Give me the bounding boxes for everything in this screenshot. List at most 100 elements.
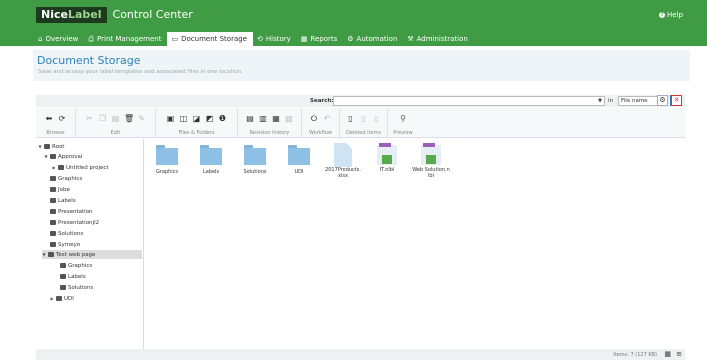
undo-icon[interactable]: ↶: [323, 114, 332, 123]
tree-node-test-web-page[interactable]: ▼ Test web page: [42, 250, 142, 259]
tree-node-jobe[interactable]: Jobe: [50, 185, 70, 194]
toolbar: ⬅ ⟳ Browse ✂ ❐ ▤ 🗑 ✎ Edit ▣ ◫ ◪ ◩ ❶ File…: [36, 108, 685, 138]
preview-icon[interactable]: ⚲: [399, 114, 408, 123]
file-item-it-nlbl[interactable]: IT.nlbl: [368, 143, 406, 173]
tree-node-graphics[interactable]: Graphics: [50, 174, 82, 183]
tree-node-presentation[interactable]: Presentation: [50, 207, 93, 216]
nav-print-management[interactable]: ⎙ Print Management: [84, 32, 167, 46]
folder-icon: [50, 187, 56, 192]
group-label: Browse: [46, 130, 65, 136]
tree-node-label: Labels: [68, 273, 86, 280]
main-nav: ⌂ Overview ⎙ Print Management ▭ Document St…: [0, 32, 707, 46]
tree-node-label: Approval: [58, 153, 83, 160]
checkin-icon[interactable]: ▤: [246, 114, 255, 123]
compare-icon[interactable]: ▦: [272, 114, 281, 123]
folder-item-labels[interactable]: Labels: [192, 145, 230, 175]
tree-node-label: Root: [52, 143, 65, 150]
close-icon: ✕: [673, 96, 680, 104]
toolbar-group-revision-history: ▤ ▥ ▦ ▧ Revision history: [238, 108, 302, 138]
tree-node-symeyo[interactable]: Symeyo: [50, 240, 80, 249]
chevron-down-icon[interactable]: ▼: [38, 144, 42, 149]
cut-icon[interactable]: ✂: [85, 114, 94, 123]
tree-node-label: UDI: [64, 295, 74, 302]
trash-icon[interactable]: ▯: [346, 114, 355, 123]
search-field-value: File name: [621, 98, 648, 104]
tree-node-approval[interactable]: ▼ Approval: [44, 152, 82, 161]
nicelabel-logo[interactable]: NiceLabel Control Center: [36, 6, 193, 23]
folder-icon: [50, 176, 56, 181]
chevron-down-icon[interactable]: ▼: [42, 252, 46, 257]
home-icon: ⌂: [38, 35, 43, 43]
search-input[interactable]: ▼: [333, 96, 605, 106]
folder-icon: [50, 220, 56, 225]
folder-icon: [288, 145, 310, 165]
checkout-icon[interactable]: ▥: [259, 114, 268, 123]
chevron-down-icon[interactable]: ▼: [44, 154, 48, 159]
folder-icon: [50, 209, 56, 214]
help-label: Help: [667, 11, 683, 19]
tree-node-labels[interactable]: Labels: [50, 196, 76, 205]
file-item-2017products[interactable]: 2017Products.xlsx: [324, 143, 362, 179]
tree-node-presentationjl2[interactable]: Presentationjl2: [50, 218, 99, 227]
nav-history[interactable]: ⟲ History: [253, 32, 297, 46]
folder-icon: [48, 252, 54, 257]
logo-mark: NiceLabel: [36, 6, 107, 23]
nav-overview[interactable]: ⌂ Overview: [34, 32, 84, 46]
history-doc-icon[interactable]: ▧: [285, 114, 294, 123]
tree-node-labels-sub[interactable]: Labels: [60, 272, 86, 281]
help-icon: ?: [659, 12, 666, 18]
nav-label: Overview: [45, 35, 79, 43]
tree-node-root[interactable]: ▼ Root: [38, 142, 64, 151]
help-link[interactable]: ? Help: [659, 11, 683, 19]
nav-automation[interactable]: ⚙ Automation: [343, 32, 403, 46]
workflow-icon[interactable]: ⭘: [310, 114, 319, 123]
grid-view-icon[interactable]: ▦: [664, 351, 671, 358]
nav-label: Document Storage: [181, 35, 247, 43]
folder-item-solutions[interactable]: Solutions: [236, 145, 274, 175]
purge-icon[interactable]: ▯: [372, 114, 381, 123]
storage-icon: ▭: [171, 35, 179, 43]
chevron-down-icon[interactable]: ▼: [598, 98, 602, 104]
folder-icon: [60, 285, 66, 290]
chevron-right-icon[interactable]: ▶: [52, 165, 56, 170]
copy-icon[interactable]: ❐: [98, 114, 107, 123]
back-icon[interactable]: ⬅: [45, 114, 54, 123]
item-count: Items: 7 (127 KB): [613, 352, 657, 358]
chevron-right-icon[interactable]: ▶: [50, 296, 54, 301]
folder-item-graphics[interactable]: Graphics: [148, 145, 186, 175]
folder-icon: [44, 144, 50, 149]
tree-node-solutions-sub[interactable]: Solutions: [60, 283, 93, 292]
clear-search-button[interactable]: ✕: [671, 95, 682, 106]
label-file-icon: [421, 143, 441, 167]
product-name: Control Center: [112, 8, 193, 21]
tree-node-graphics-sub[interactable]: Graphics: [60, 261, 92, 270]
paste-icon[interactable]: ▤: [111, 114, 120, 123]
open-icon[interactable]: ◩: [205, 114, 214, 123]
folder-icon: [60, 263, 66, 268]
settings-button[interactable]: ⚙: [657, 95, 668, 106]
tree-node-untitled-project[interactable]: ▶ Untitled project: [52, 163, 108, 172]
upload-icon[interactable]: ◫: [179, 114, 188, 123]
folder-item-udi[interactable]: UDI: [280, 145, 318, 175]
tree-node-udi[interactable]: ▶ UDI: [50, 294, 74, 303]
restore-icon[interactable]: ▯: [359, 114, 368, 123]
page-title: Document Storage: [37, 54, 141, 67]
list-view-icon[interactable]: ≡: [676, 351, 682, 358]
rename-icon[interactable]: ✎: [137, 114, 146, 123]
nav-document-storage[interactable]: ▭ Document Storage: [167, 32, 253, 46]
folder-tree: ▼ Root ▼ Approval ▶ Untitled project Graphi…: [36, 139, 144, 349]
file-name: Graphics: [155, 169, 179, 175]
nav-administration[interactable]: ⚒ Administration: [403, 32, 474, 46]
nav-reports[interactable]: ▦ Reports: [297, 32, 343, 46]
administration-icon: ⚒: [407, 35, 414, 43]
download-icon[interactable]: ◪: [192, 114, 201, 123]
delete-icon[interactable]: 🗑: [124, 114, 134, 123]
toolbar-group-browse: ⬅ ⟳ Browse: [36, 108, 76, 138]
file-item-web-solution-nlbl[interactable]: Web Solution.nlbl: [412, 143, 450, 179]
tree-node-solutions[interactable]: Solutions: [50, 229, 83, 238]
info-icon[interactable]: ❶: [218, 114, 227, 123]
reports-icon: ▦: [300, 35, 308, 43]
logo-part-b: Label: [67, 7, 102, 21]
refresh-icon[interactable]: ⟳: [58, 114, 67, 123]
new-folder-icon[interactable]: ▣: [166, 114, 175, 123]
